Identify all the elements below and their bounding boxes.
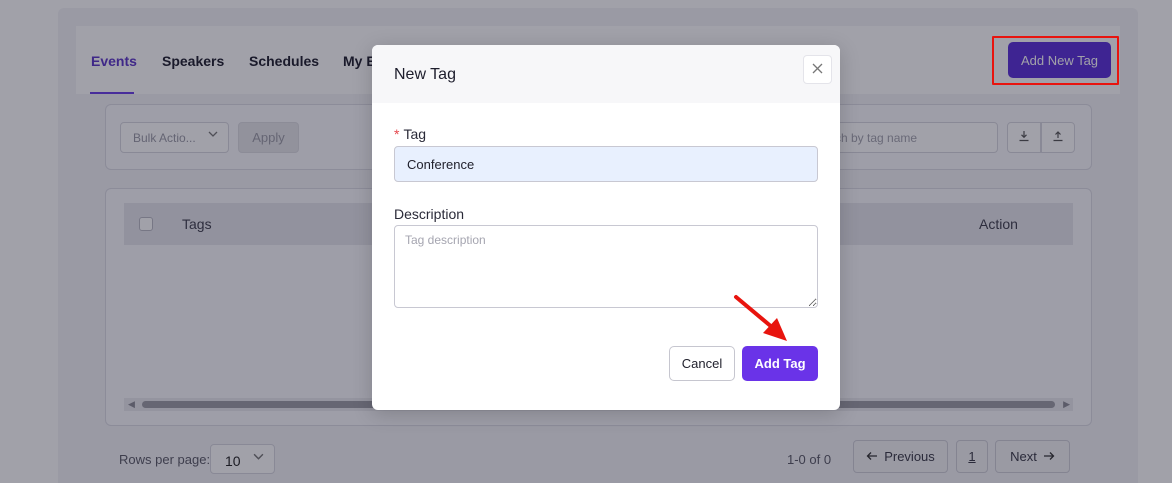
close-button[interactable]: [803, 55, 832, 84]
tag-label-text: Tag: [403, 126, 427, 142]
annotation-highlight-box: [992, 36, 1119, 85]
close-icon: [812, 61, 823, 79]
dialog-header: New Tag: [372, 45, 840, 103]
description-textarea[interactable]: [394, 225, 818, 308]
required-marker: *: [394, 126, 400, 142]
description-field-label: Description: [394, 206, 465, 222]
tag-name-input[interactable]: [394, 146, 818, 182]
add-tag-button[interactable]: Add Tag: [742, 346, 818, 381]
tag-field-label: * Tag: [394, 126, 426, 142]
cancel-button[interactable]: Cancel: [669, 346, 735, 381]
new-tag-dialog: New Tag *Tag Description Cancel Add Tag: [372, 45, 840, 410]
dialog-title: New Tag: [394, 66, 456, 83]
screen: Events Speakers Schedules My E Add New T…: [0, 0, 1172, 483]
